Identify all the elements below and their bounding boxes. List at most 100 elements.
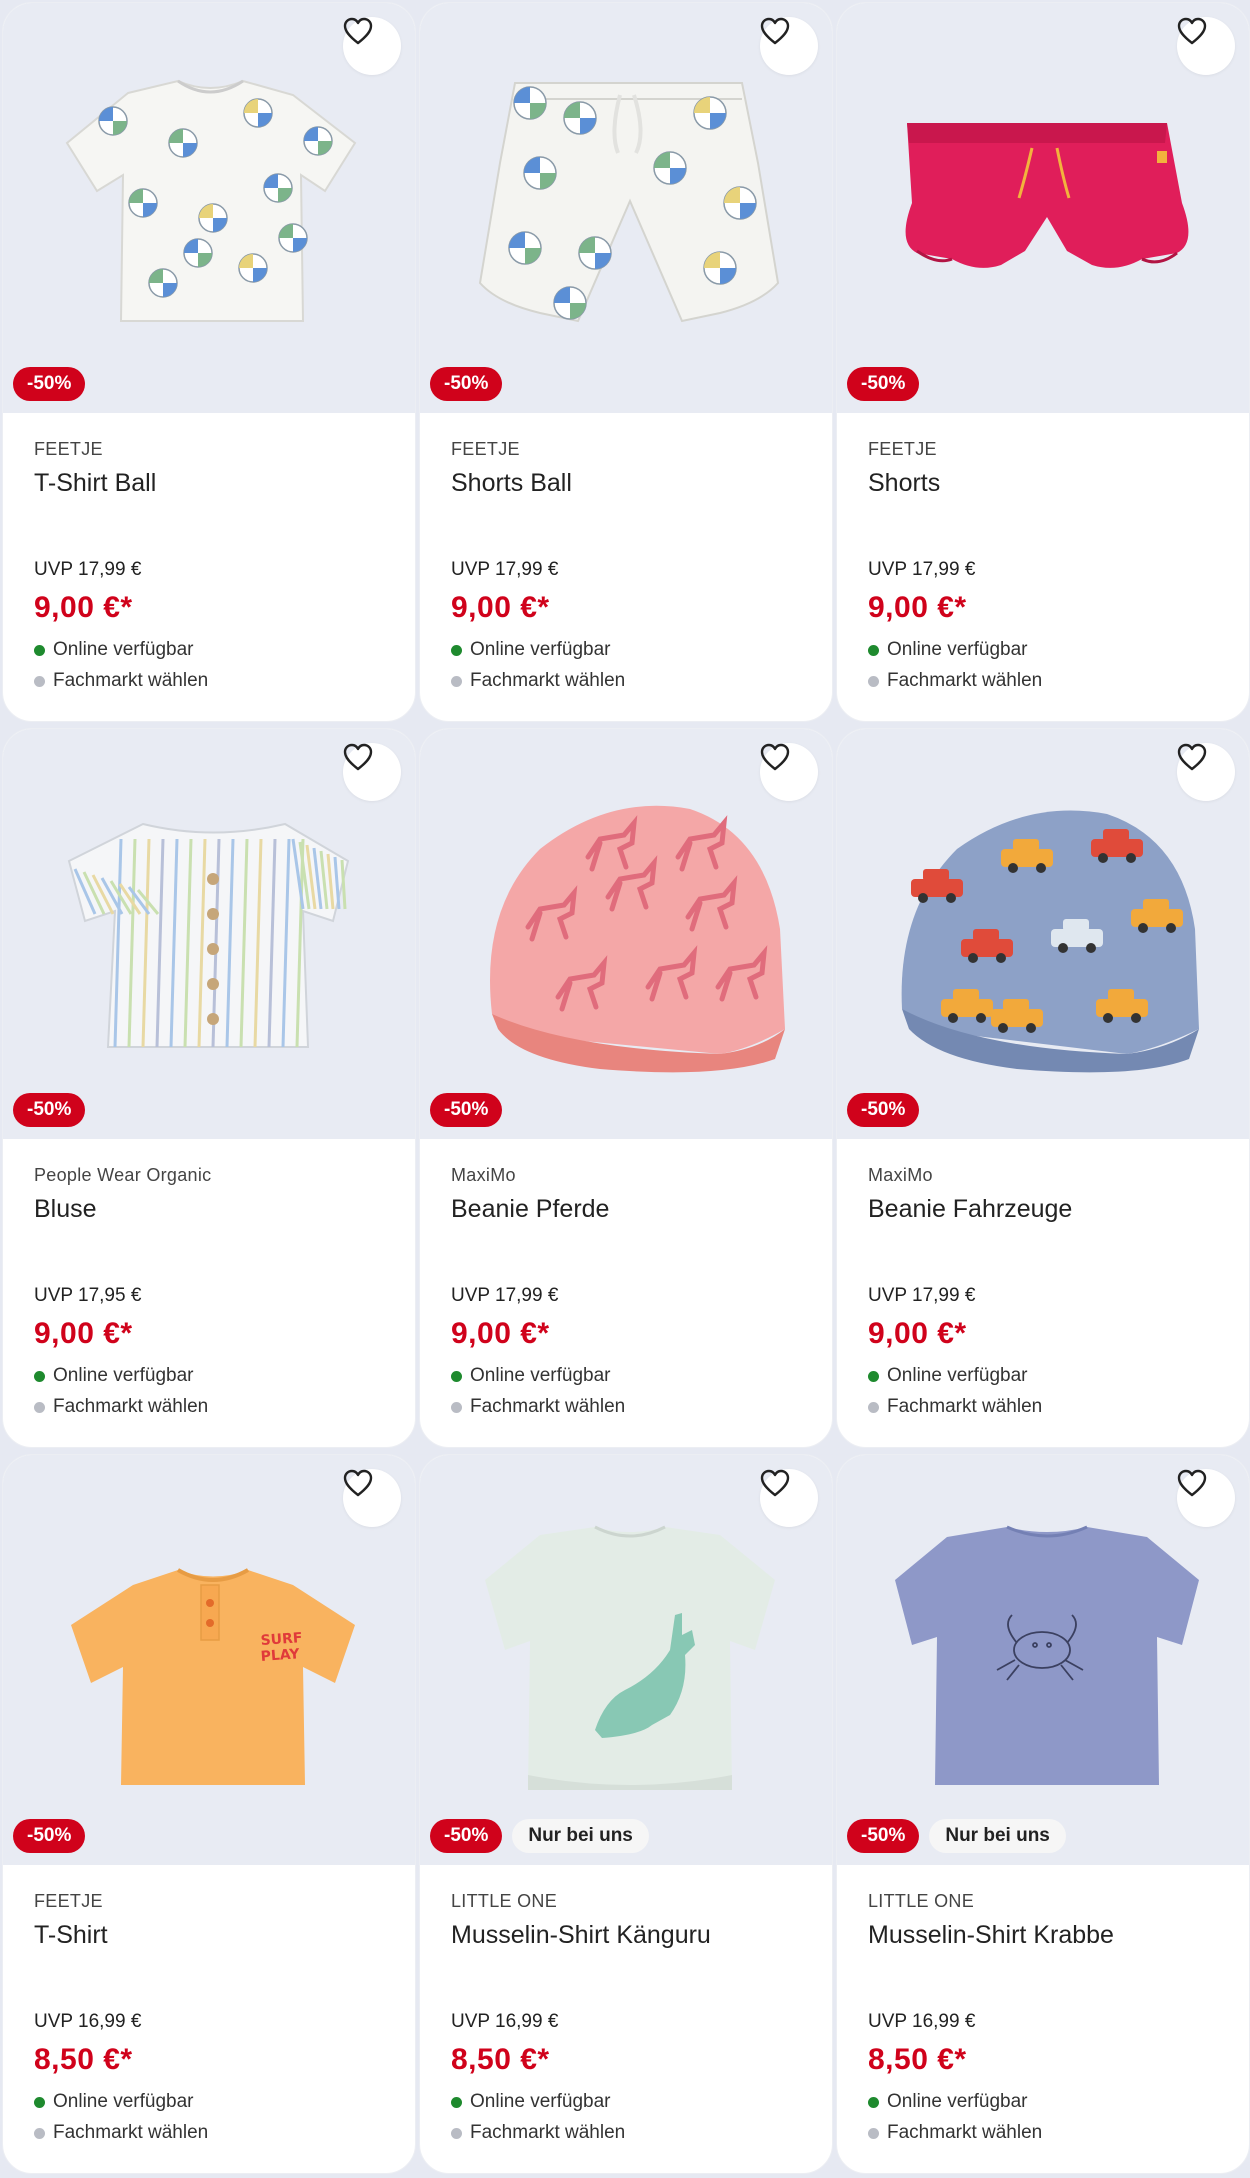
product-price: 9,00 €* xyxy=(34,591,133,624)
available-dot-icon xyxy=(451,2096,462,2108)
heart-icon xyxy=(343,743,373,771)
store-select-link[interactable]: Fachmarkt wählen xyxy=(868,670,1218,692)
store-dot-icon xyxy=(451,2127,462,2139)
available-dot-icon xyxy=(34,644,45,656)
discount-badge: -50% xyxy=(430,1093,503,1127)
heart-icon xyxy=(760,17,790,45)
product-brand: LITTLE ONE xyxy=(868,1891,975,1911)
store-dot-icon xyxy=(34,1401,45,1413)
discount-badge: -50% xyxy=(847,1093,920,1127)
badge-row: -50% xyxy=(13,1819,86,1853)
store-select-link[interactable]: Fachmarkt wählen xyxy=(34,670,384,692)
product-price: 8,50 €* xyxy=(451,2043,550,2076)
product-brand: FEETJE xyxy=(34,439,103,459)
product-grid: -50% FEETJE T-Shirt Ball UVP 17,99 € 9,0… xyxy=(0,0,1250,2174)
discount-badge: -50% xyxy=(430,1819,503,1853)
product-uvp: UVP 17,99 € xyxy=(451,559,559,580)
svg-text:PLAY: PLAY xyxy=(260,1646,301,1665)
discount-badge: -50% xyxy=(847,1819,920,1853)
product-price: 8,50 €* xyxy=(868,2043,967,2076)
product-brand: FEETJE xyxy=(868,439,937,459)
product-uvp: UVP 17,99 € xyxy=(868,1285,976,1306)
product-info: People Wear Organic Bluse UVP 17,95 € 9,… xyxy=(3,1139,415,1418)
favorite-button[interactable] xyxy=(343,743,401,801)
favorite-button[interactable] xyxy=(760,17,818,75)
store-label: Fachmarkt wählen xyxy=(470,2122,626,2143)
product-image[interactable]: -50% xyxy=(420,3,832,413)
product-image[interactable]: -50% xyxy=(3,729,415,1139)
store-label: Fachmarkt wählen xyxy=(470,1396,626,1417)
available-dot-icon xyxy=(868,2096,879,2108)
exclusive-badge: Nur bei uns xyxy=(929,1819,1066,1853)
store-select-link[interactable]: Fachmarkt wählen xyxy=(451,2122,801,2144)
product-card[interactable]: -50% FEETJE Shorts UVP 17,99 € 9,00 €* O… xyxy=(836,2,1250,722)
product-card[interactable]: -50% Nur bei uns LITTLE ONE Musselin-Shi… xyxy=(836,1454,1250,2174)
availability-label: Online verfügbar xyxy=(887,2091,1028,2112)
store-select-link[interactable]: Fachmarkt wählen xyxy=(451,1396,801,1418)
store-select-link[interactable]: Fachmarkt wählen xyxy=(868,1396,1218,1418)
badge-row: -50% xyxy=(13,367,86,401)
favorite-button[interactable] xyxy=(760,743,818,801)
store-label: Fachmarkt wählen xyxy=(887,2122,1043,2143)
store-select-link[interactable]: Fachmarkt wählen xyxy=(34,2122,384,2144)
product-brand: LITTLE ONE xyxy=(451,1891,558,1911)
online-availability: Online verfügbar xyxy=(451,1365,801,1387)
favorite-button[interactable] xyxy=(1177,1469,1235,1527)
badge-row: -50% xyxy=(847,367,920,401)
product-info: FEETJE T-Shirt Ball UVP 17,99 € 9,00 €* … xyxy=(3,413,415,692)
product-image[interactable]: -50% xyxy=(420,729,832,1139)
store-select-link[interactable]: Fachmarkt wählen xyxy=(868,2122,1218,2144)
product-info: MaxiMo Beanie Pferde UVP 17,99 € 9,00 €*… xyxy=(420,1139,832,1418)
product-card[interactable]: -50% Nur bei uns LITTLE ONE Musselin-Shi… xyxy=(419,1454,833,2174)
product-card[interactable]: -50% FEETJE Shorts Ball UVP 17,99 € 9,00… xyxy=(419,2,833,722)
product-name[interactable]: Musselin-Shirt Krabbe xyxy=(868,1921,1218,1951)
product-card[interactable]: -50% MaxiMo Beanie Fahrzeuge UVP 17,99 €… xyxy=(836,728,1250,1448)
product-name[interactable]: Bluse xyxy=(34,1195,384,1225)
store-label: Fachmarkt wählen xyxy=(887,670,1043,691)
product-name[interactable]: Shorts xyxy=(868,469,1218,499)
product-card[interactable]: SURF PLAY -50% FEETJE T-Shirt UVP 16,99 … xyxy=(2,1454,416,2174)
product-info: FEETJE T-Shirt UVP 16,99 € 8,50 €* Onlin… xyxy=(3,1865,415,2144)
available-dot-icon xyxy=(34,2096,45,2108)
product-brand: MaxiMo xyxy=(451,1165,516,1185)
store-select-link[interactable]: Fachmarkt wählen xyxy=(451,670,801,692)
product-name[interactable]: Musselin-Shirt Känguru xyxy=(451,1921,801,1951)
product-brand: FEETJE xyxy=(34,1891,103,1911)
product-uvp: UVP 17,95 € xyxy=(34,1285,142,1306)
product-price: 9,00 €* xyxy=(451,1317,550,1350)
heart-icon xyxy=(343,17,373,45)
product-name[interactable]: T-Shirt xyxy=(34,1921,384,1951)
discount-badge: -50% xyxy=(13,1819,86,1853)
product-name[interactable]: Beanie Fahrzeuge xyxy=(868,1195,1218,1225)
online-availability: Online verfügbar xyxy=(34,2091,384,2113)
product-uvp: UVP 16,99 € xyxy=(868,2011,976,2032)
favorite-button[interactable] xyxy=(343,1469,401,1527)
product-uvp: UVP 16,99 € xyxy=(451,2011,559,2032)
product-price: 9,00 €* xyxy=(451,591,550,624)
product-image[interactable]: -50% Nur bei uns xyxy=(837,1455,1249,1865)
product-image[interactable]: -50% xyxy=(3,3,415,413)
product-card[interactable]: -50% MaxiMo Beanie Pferde UVP 17,99 € 9,… xyxy=(419,728,833,1448)
availability-label: Online verfügbar xyxy=(887,639,1028,660)
discount-badge: -50% xyxy=(13,1093,86,1127)
product-name[interactable]: Beanie Pferde xyxy=(451,1195,801,1225)
product-name[interactable]: Shorts Ball xyxy=(451,469,801,499)
product-card[interactable]: -50% FEETJE T-Shirt Ball UVP 17,99 € 9,0… xyxy=(2,2,416,722)
product-brand: FEETJE xyxy=(451,439,520,459)
product-card[interactable]: -50% People Wear Organic Bluse UVP 17,95… xyxy=(2,728,416,1448)
product-image[interactable]: -50% xyxy=(837,3,1249,413)
product-name[interactable]: T-Shirt Ball xyxy=(34,469,384,499)
favorite-button[interactable] xyxy=(760,1469,818,1527)
product-image[interactable]: -50% xyxy=(837,729,1249,1139)
store-dot-icon xyxy=(868,1401,879,1413)
product-brand: People Wear Organic xyxy=(34,1165,212,1185)
store-select-link[interactable]: Fachmarkt wählen xyxy=(34,1396,384,1418)
favorite-button[interactable] xyxy=(1177,743,1235,801)
favorite-button[interactable] xyxy=(343,17,401,75)
heart-icon xyxy=(343,1469,373,1497)
product-image[interactable]: -50% Nur bei uns xyxy=(420,1455,832,1865)
online-availability: Online verfügbar xyxy=(868,1365,1218,1387)
favorite-button[interactable] xyxy=(1177,17,1235,75)
product-image[interactable]: SURF PLAY -50% xyxy=(3,1455,415,1865)
product-info: LITTLE ONE Musselin-Shirt Krabbe UVP 16,… xyxy=(837,1865,1249,2144)
